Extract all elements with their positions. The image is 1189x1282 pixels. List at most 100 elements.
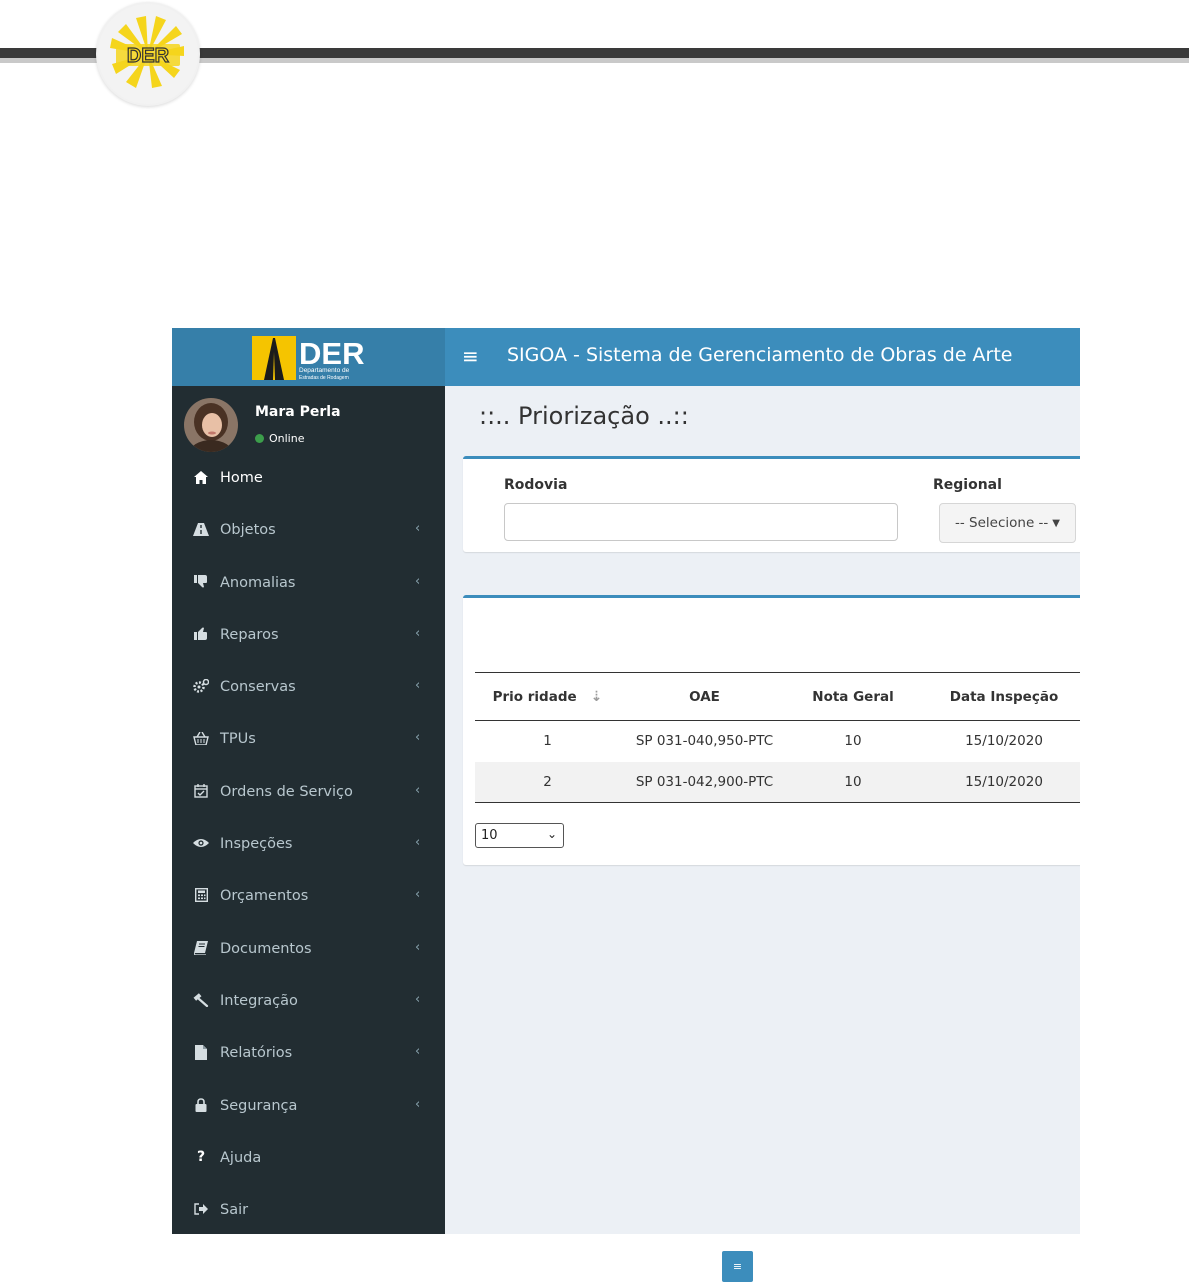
rodovia-label: Rodovia: [504, 477, 568, 493]
sidebar-item-ordens-de-servico[interactable]: Ordens de Serviço ‹: [172, 766, 445, 818]
book-icon: [192, 940, 210, 956]
chevron-left-icon: ‹: [415, 782, 421, 798]
table-header-row: Prio ridade ⇣ OAE Nota Geral Data Inspeçã…: [475, 672, 1080, 721]
cell-prioridade: 2: [475, 761, 620, 803]
sidebar-item-seguranca[interactable]: Segurança ‹: [172, 1080, 445, 1132]
app-title: SIGOA - Sistema de Gerenciamento de Obra…: [507, 344, 1013, 366]
caret-down-icon: ▼: [1052, 517, 1060, 529]
chevron-left-icon: ‹: [415, 625, 421, 641]
sidebar-item-label: Reparos: [220, 626, 279, 643]
sidebar-menu: Home Objetos ‹ Anomalias ‹ Reparos ‹ Con…: [172, 452, 445, 1234]
sidebar-item-documentos[interactable]: Documentos ‹: [172, 923, 445, 975]
column-header-data-inspecao[interactable]: Data Inspeção: [917, 672, 1080, 721]
document-header: DER: [0, 0, 1189, 110]
sidebar-item-label: Ajuda: [220, 1149, 262, 1166]
chevron-left-icon: ‹: [415, 730, 421, 746]
results-box: Prio ridade ⇣ OAE Nota Geral Data Inspeçã…: [463, 595, 1080, 865]
sidebar-item-label: Documentos: [220, 940, 312, 957]
avatar: [184, 398, 238, 452]
sidebar: DER Departamento de Estradas de Rodagem …: [172, 328, 445, 1234]
sidebar-item-anomalias[interactable]: Anomalias ‹: [172, 557, 445, 609]
cell-data-inspecao: 15/10/2020: [917, 761, 1080, 803]
top-navbar: ≡ SIGOA - Sistema de Gerenciamento de Ob…: [445, 328, 1080, 386]
seal-text: DER: [127, 45, 170, 67]
regional-select[interactable]: -- Selecione -- ▼: [939, 503, 1076, 543]
sidebar-item-conservas[interactable]: Conservas ‹: [172, 661, 445, 713]
sidebar-item-ajuda[interactable]: ? Ajuda: [172, 1132, 445, 1184]
sidebar-item-relatorios[interactable]: Relatórios ‹: [172, 1027, 445, 1079]
sidebar-item-label: Objetos: [220, 522, 276, 539]
column-header-prioridade[interactable]: Prio ridade ⇣: [475, 672, 620, 721]
chevron-left-icon: ‹: [415, 1044, 421, 1060]
chevron-left-icon: ‹: [415, 573, 421, 589]
sidebar-item-reparos[interactable]: Reparos ‹: [172, 609, 445, 661]
column-header-nota-geral[interactable]: Nota Geral: [789, 672, 917, 721]
calendar-check-icon: [192, 783, 210, 799]
der-logo-icon: DER Departamento de Estradas de Rodagem: [252, 336, 364, 381]
filter-box: Rodovia Regional -- Selecione -- ▼: [463, 456, 1080, 552]
sign-out-icon: [192, 1201, 210, 1217]
app-window: DER Departamento de Estradas de Rodagem …: [172, 328, 1080, 1234]
sidebar-item-inspecoes[interactable]: Inspeções ‹: [172, 818, 445, 870]
sidebar-item-objetos[interactable]: Objetos ‹: [172, 504, 445, 556]
cell-oae: SP 031-040,950-PTC: [620, 720, 789, 762]
page-size-value: 10: [481, 828, 498, 843]
eye-icon: [192, 835, 210, 851]
cell-nota-geral: 10: [789, 720, 917, 762]
table-row[interactable]: 1 SP 031-040,950-PTC 10 15/10/2020: [475, 720, 1080, 762]
sidebar-item-label: TPUs: [220, 731, 256, 748]
page-title: ::.. Priorização ..::: [479, 402, 689, 430]
thumbs-down-icon: [192, 574, 210, 590]
sidebar-item-label: Orçamentos: [220, 888, 309, 905]
road-icon: [192, 521, 210, 537]
sidebar-item-tpus[interactable]: TPUs ‹: [172, 713, 445, 765]
sidebar-item-label: Segurança: [220, 1097, 298, 1114]
column-header-oae[interactable]: OAE: [620, 672, 789, 721]
lock-icon: [192, 1097, 210, 1113]
chevron-left-icon: ‹: [415, 939, 421, 955]
app-logo[interactable]: DER Departamento de Estradas de Rodagem: [172, 328, 445, 386]
sidebar-item-label: Conservas: [220, 679, 296, 696]
question-icon: ?: [196, 1148, 206, 1165]
user-status: Online: [255, 432, 304, 445]
sidebar-item-label: Anomalias: [220, 574, 296, 591]
calculator-icon: [192, 887, 210, 903]
main-content: ::.. Priorização ..:: Rodovia Regional -…: [445, 386, 1080, 1234]
chevron-left-icon: ‹: [415, 887, 421, 903]
sidebar-item-integracao[interactable]: Integração ‹: [172, 975, 445, 1027]
chevron-down-icon: ⌄: [546, 827, 557, 841]
chevron-left-icon: ‹: [415, 835, 421, 851]
sort-ascending-icon[interactable]: ⇣: [591, 689, 603, 705]
menu-toggle-button[interactable]: ≡: [722, 1251, 753, 1282]
file-icon: [192, 1044, 210, 1060]
column-header-label: Prio ridade: [492, 688, 577, 705]
chevron-left-icon: ‹: [415, 991, 421, 1007]
sidebar-item-orcamentos[interactable]: Orçamentos ‹: [172, 870, 445, 922]
page-size-select[interactable]: 10 ⌄: [475, 823, 564, 848]
sidebar-item-sair[interactable]: Sair: [172, 1184, 445, 1234]
menu-lines-icon: ≡: [732, 1260, 743, 1273]
rodovia-input[interactable]: [504, 503, 898, 541]
sidebar-item-label: Inspeções: [220, 836, 293, 853]
sidebar-item-label: Relatórios: [220, 1045, 293, 1062]
priority-table: Prio ridade ⇣ OAE Nota Geral Data Inspeçã…: [475, 672, 1080, 803]
cell-prioridade: 1: [475, 720, 620, 762]
der-seal-logo: DER: [96, 2, 200, 106]
sidebar-item-label: Sair: [220, 1202, 249, 1219]
basket-icon: [192, 730, 210, 746]
sidebar-item-label: Integração: [220, 992, 298, 1009]
chevron-left-icon: ‹: [415, 678, 421, 694]
chevron-left-icon: ‹: [415, 1096, 421, 1112]
user-status-label: Online: [269, 432, 305, 445]
online-dot-icon: [255, 434, 264, 443]
cell-data-inspecao: 15/10/2020: [917, 720, 1080, 762]
sidebar-item-home[interactable]: Home: [172, 452, 445, 504]
sidebar-item-label: Ordens de Serviço: [220, 783, 353, 800]
user-name: Mara Perla: [255, 404, 341, 420]
regional-label: Regional: [933, 477, 1002, 493]
table-row[interactable]: 2 SP 031-042,900-PTC 10 15/10/2020: [475, 761, 1080, 803]
cell-nota-geral: 10: [789, 761, 917, 803]
der-seal-icon: DER: [98, 4, 198, 104]
hamburger-icon[interactable]: ≡: [462, 346, 479, 366]
home-icon: [192, 469, 210, 485]
